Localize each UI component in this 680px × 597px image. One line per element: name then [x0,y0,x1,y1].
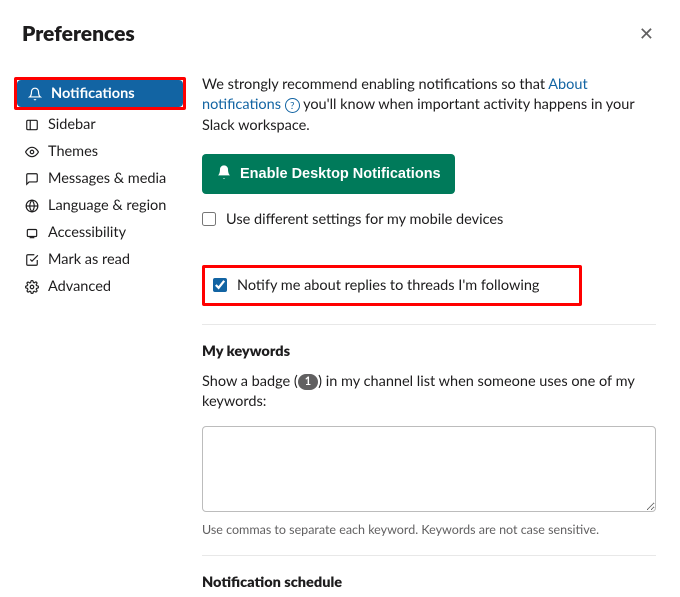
sidebar-item-messages-media[interactable]: Messages & media [14,165,180,192]
sidebar-item-themes[interactable]: Themes [14,138,180,165]
sidebar-item-label: Messages & media [48,170,166,187]
modal-body: Notifications Sidebar Themes Messages [0,59,680,597]
sidebar-item-label: Accessibility [48,224,126,241]
divider [202,324,656,325]
modal-header: Preferences ✕ [0,0,680,59]
divider [202,555,656,556]
option-mobile-settings[interactable]: Use different settings for my mobile dev… [202,208,656,231]
checkbox-mobile[interactable] [202,212,216,226]
intro-text-a: We strongly recommend enabling notificat… [202,76,548,93]
section-title: Notification schedule [202,574,656,591]
sidebar-item-label: Themes [48,143,98,160]
sidebar-item-label: Language & region [48,197,166,214]
bell-icon [216,164,232,184]
help-icon[interactable]: ? [285,98,300,113]
sidebar-item-label: Sidebar [48,116,96,133]
keywords-input[interactable] [202,426,656,512]
option-thread-replies[interactable]: Notify me about replies to threads I'm f… [213,274,539,297]
keywords-description: Show a badge (1) in my channel list when… [202,372,656,413]
content-scroll[interactable]: We strongly recommend enabling notificat… [180,59,680,597]
sidebar-item-label: Notifications [51,85,135,102]
sidebar-item-language-region[interactable]: Language & region [14,192,180,219]
kw-text-a: Show a badge ( [202,373,298,390]
bell-icon [27,87,43,101]
highlight-box-sidebar: Notifications [14,77,186,110]
sidebar: Notifications Sidebar Themes Messages [0,59,180,597]
sidebar-item-accessibility[interactable]: Accessibility [14,219,180,246]
option-label: Use different settings for my mobile dev… [226,211,503,228]
chat-icon [24,172,40,186]
panel-icon [24,118,40,132]
sidebar-item-sidebar[interactable]: Sidebar [14,111,180,138]
option-label: Notify me about replies to threads I'm f… [237,277,539,294]
keywords-hint: Use commas to separate each keyword. Key… [202,522,656,537]
sidebar-item-label: Mark as read [48,251,130,268]
enable-desktop-notifications-button[interactable]: Enable Desktop Notifications [202,154,455,194]
sidebar-item-mark-as-read[interactable]: Mark as read [14,246,180,273]
sidebar-item-advanced[interactable]: Advanced [14,273,180,300]
checkbox-threads[interactable] [213,278,227,292]
section-schedule: Notification schedule You'll only receiv… [202,574,656,597]
highlight-box-threads: Notify me about replies to threads I'm f… [202,265,582,306]
gear-icon [24,280,40,294]
button-label: Enable Desktop Notifications [240,166,441,182]
sidebar-item-notifications[interactable]: Notifications [17,80,183,107]
sidebar-item-label: Advanced [48,278,111,295]
preferences-modal: Preferences ✕ Notifications Sidebar [0,0,680,597]
section-title: My keywords [202,343,656,360]
check-icon [24,253,40,267]
modal-title: Preferences [22,21,135,46]
badge-count: 1 [298,374,318,390]
accessibility-icon [24,226,40,240]
eye-icon [24,145,40,159]
close-icon[interactable]: ✕ [635,18,658,49]
intro-text: We strongly recommend enabling notificat… [202,75,656,136]
globe-icon [24,199,40,213]
section-keywords: My keywords Show a badge (1) in my chann… [202,343,656,538]
